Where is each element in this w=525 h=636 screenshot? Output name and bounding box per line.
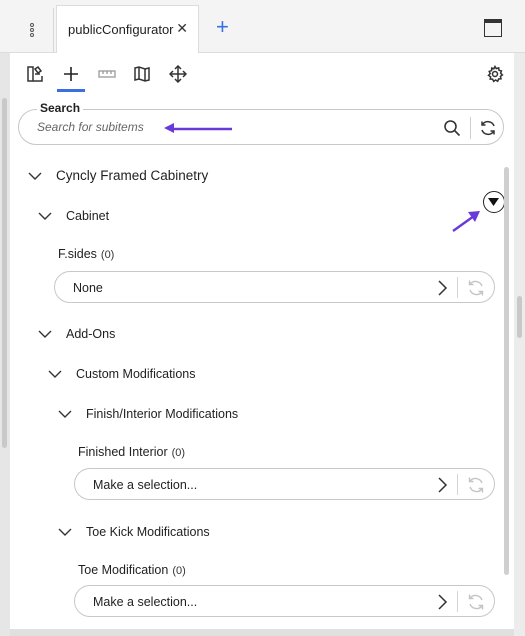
tree-node-addons[interactable]: Add-Ons [38,327,115,341]
refresh-icon[interactable] [466,278,486,298]
add-tab-icon[interactable]: + [216,16,229,38]
select-divider [457,591,458,612]
chevron-down-icon [58,410,72,418]
panel-scrollbar[interactable] [504,167,509,575]
configurator-panel: Search Cyncly Framed Cabinetry Cabinet F… [10,53,514,629]
select-divider [457,474,458,495]
tree-node-label: Toe Kick Modifications [86,525,210,539]
field-label: F.sides [58,247,97,261]
refresh-icon[interactable] [478,118,498,138]
field-label: Finished Interior [78,445,168,459]
kebab-menu-icon[interactable] [10,8,54,52]
fsides-select[interactable]: None [54,271,495,303]
chevron-down-icon [48,370,62,378]
finished-interior-label-row: Finished Interior (0) [78,445,185,459]
active-tool-indicator [57,89,85,92]
tab-label: publicConfigurator [68,22,174,37]
select-value: Make a selection... [93,478,198,492]
chevron-right-icon[interactable] [434,476,450,494]
expand-dropdown-icon[interactable] [483,191,505,213]
chevron-down-icon [28,172,42,180]
select-divider [457,277,458,298]
map-icon[interactable] [131,63,153,85]
window-icon[interactable] [484,19,502,37]
close-icon[interactable]: ✕ [176,20,188,37]
tab-bar: publicConfigurator ✕ + [0,0,525,53]
tree-node-label: Custom Modifications [76,367,196,381]
bottom-bar [10,629,514,636]
dimension-icon[interactable] [96,63,118,85]
tree-node-label: Cyncly Framed Cabinetry [56,168,209,183]
tab-public-configurator[interactable]: publicConfigurator ✕ [56,5,199,53]
right-gutter [514,53,525,636]
refresh-icon[interactable] [466,475,486,495]
fsides-label-row: F.sides (0) [58,247,114,261]
chevron-right-icon[interactable] [434,279,450,297]
toe-modification-select[interactable]: Make a selection... [74,585,495,617]
annotation-arrow-up-icon [452,211,480,232]
add-icon[interactable] [60,63,82,85]
finished-interior-select[interactable]: Make a selection... [74,468,495,500]
tree-node-toe-kick-modifications[interactable]: Toe Kick Modifications [58,525,210,539]
select-value: None [73,281,103,295]
tree-node-cabinet[interactable]: Cabinet [38,209,109,223]
move-icon[interactable] [167,63,189,85]
search-field [18,109,504,145]
chevron-right-icon[interactable] [434,593,450,611]
field-count: (0) [100,249,115,261]
toe-modification-label-row: Toe Modification (0) [78,563,186,577]
left-gutter [0,53,10,636]
tree-node-label: Finish/Interior Modifications [86,407,239,421]
field-label: Toe Modification [78,563,169,577]
tree-node-root[interactable]: Cyncly Framed Cabinetry [28,168,208,183]
right-scrollbar[interactable] [517,296,522,338]
catalog-icon[interactable] [24,63,46,85]
field-count: (0) [171,447,186,459]
tree-node-label: Add-Ons [66,327,116,341]
select-value: Make a selection... [93,595,198,609]
tree-node-label: Cabinet [66,209,110,223]
settings-icon[interactable] [484,63,506,85]
search-divider [470,117,471,139]
field-count: (0) [172,565,186,577]
search-label: Search [37,101,84,115]
tree-node-finish-interior-modifications[interactable]: Finish/Interior Modifications [58,407,238,421]
chevron-down-icon [58,528,72,536]
annotation-arrow-left-icon [164,123,232,133]
chevron-down-icon [38,212,52,220]
search-icon[interactable] [442,118,462,138]
tree-node-custom-modifications[interactable]: Custom Modifications [48,367,196,381]
chevron-down-icon [38,330,52,338]
left-scrollbar[interactable] [2,98,7,448]
refresh-icon[interactable] [466,592,486,612]
